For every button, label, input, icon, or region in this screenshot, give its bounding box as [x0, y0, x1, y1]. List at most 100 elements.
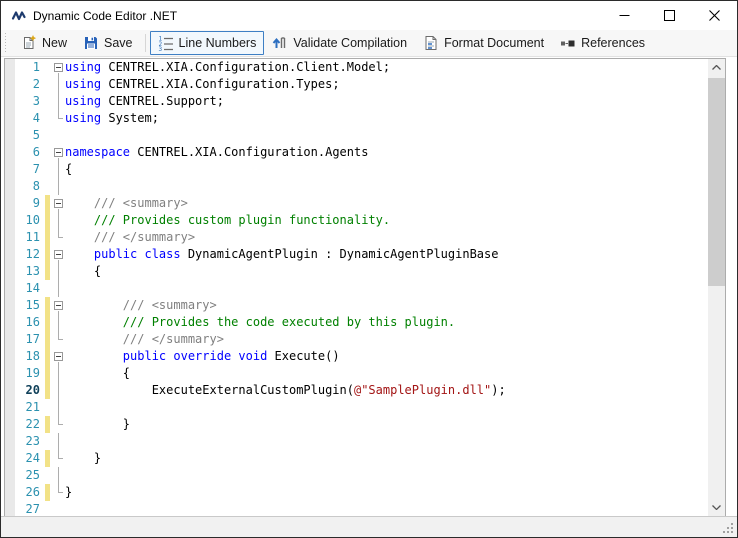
code-line[interactable]: 21	[5, 399, 708, 416]
resize-grip[interactable]	[721, 521, 734, 534]
code-text: using CENTREL.XIA.Configuration.Client.M…	[65, 59, 708, 76]
code-line[interactable]: 4using System;	[5, 110, 708, 127]
vertical-scrollbar[interactable]	[708, 59, 725, 516]
change-bar	[45, 399, 50, 416]
code-text	[65, 433, 708, 450]
format-document-icon	[423, 35, 439, 51]
new-button[interactable]: New	[13, 31, 75, 55]
change-bar	[45, 365, 50, 382]
references-icon	[560, 35, 576, 51]
code-line[interactable]: 5	[5, 127, 708, 144]
line-number: 5	[5, 127, 43, 144]
change-bar	[45, 110, 50, 127]
code-line[interactable]: 18 public override void Execute()	[5, 348, 708, 365]
code-line[interactable]: 20 ExecuteExternalCustomPlugin(@"SampleP…	[5, 382, 708, 399]
line-numbers-toggle[interactable]: 1 2 3 Line Numbers	[150, 31, 265, 55]
code-lines[interactable]: 1using CENTREL.XIA.Configuration.Client.…	[5, 59, 708, 516]
line-number: 6	[5, 144, 43, 161]
fold-guide	[52, 484, 65, 501]
change-bar	[45, 127, 50, 144]
fold-collapse-icon[interactable]	[52, 297, 65, 314]
close-button[interactable]	[692, 1, 737, 30]
minimize-button[interactable]	[602, 1, 647, 30]
save-icon	[83, 35, 99, 51]
fold-guide	[52, 501, 65, 517]
change-bar	[45, 229, 50, 246]
code-line[interactable]: 15 /// <summary>	[5, 297, 708, 314]
change-bar	[45, 93, 50, 110]
code-line[interactable]: 24 }	[5, 450, 708, 467]
change-bar	[45, 382, 50, 399]
maximize-button[interactable]	[647, 1, 692, 30]
code-line[interactable]: 16 /// Provides the code executed by thi…	[5, 314, 708, 331]
fold-collapse-icon[interactable]	[52, 195, 65, 212]
close-icon	[709, 10, 720, 21]
fold-collapse-icon[interactable]	[52, 59, 65, 76]
code-line[interactable]: 19 {	[5, 365, 708, 382]
fold-collapse-icon[interactable]	[52, 348, 65, 365]
save-button[interactable]: Save	[75, 31, 141, 55]
change-bar	[45, 161, 50, 178]
title-bar[interactable]: Dynamic Code Editor .NET	[1, 1, 737, 30]
fold-guide	[52, 127, 65, 144]
line-number: 9	[5, 195, 43, 212]
fold-collapse-icon[interactable]	[52, 246, 65, 263]
code-line[interactable]: 1using CENTREL.XIA.Configuration.Client.…	[5, 59, 708, 76]
vertical-scroll-thumb[interactable]	[708, 78, 725, 286]
new-document-icon	[21, 35, 37, 51]
format-document-button[interactable]: Format Document	[415, 31, 552, 55]
code-line[interactable]: 25	[5, 467, 708, 484]
code-text	[65, 280, 708, 297]
code-line[interactable]: 14	[5, 280, 708, 297]
code-text	[65, 127, 708, 144]
app-window: Dynamic Code Editor .NET New	[0, 0, 738, 538]
horizontal-scrollbar-area[interactable]	[1, 516, 737, 537]
references-button[interactable]: References	[552, 31, 653, 55]
code-text: {	[65, 365, 708, 382]
code-line[interactable]: 11 /// </summary>	[5, 229, 708, 246]
code-text: /// Provides the code executed by this p…	[65, 314, 708, 331]
svg-text:3: 3	[158, 46, 162, 51]
line-number: 23	[5, 433, 43, 450]
code-line[interactable]: 8	[5, 178, 708, 195]
fold-guide	[52, 382, 65, 399]
scroll-up-button[interactable]	[708, 59, 725, 76]
code-line[interactable]: 10 /// Provides custom plugin functional…	[5, 212, 708, 229]
code-text: }	[65, 416, 708, 433]
code-line[interactable]: 27	[5, 501, 708, 517]
line-number: 11	[5, 229, 43, 246]
change-bar	[45, 331, 50, 348]
line-number: 25	[5, 467, 43, 484]
code-line[interactable]: 13 {	[5, 263, 708, 280]
code-line[interactable]: 2using CENTREL.XIA.Configuration.Types;	[5, 76, 708, 93]
code-text: /// </summary>	[65, 331, 708, 348]
line-number: 18	[5, 348, 43, 365]
format-document-label: Format Document	[444, 36, 544, 50]
code-line[interactable]: 26}	[5, 484, 708, 501]
code-text	[65, 501, 708, 517]
code-line[interactable]: 22 }	[5, 416, 708, 433]
line-number: 21	[5, 399, 43, 416]
line-number: 8	[5, 178, 43, 195]
change-bar	[45, 178, 50, 195]
code-text: /// <summary>	[65, 195, 708, 212]
toolbar-gripper[interactable]	[4, 33, 8, 53]
new-button-label: New	[42, 36, 67, 50]
fold-guide	[52, 331, 65, 348]
scroll-down-button[interactable]	[708, 499, 725, 516]
code-line[interactable]: 6namespace CENTREL.XIA.Configuration.Age…	[5, 144, 708, 161]
change-bar	[45, 76, 50, 93]
fold-guide	[52, 229, 65, 246]
code-text: public override void Execute()	[65, 348, 708, 365]
code-line[interactable]: 3using CENTREL.Support;	[5, 93, 708, 110]
validate-compilation-button[interactable]: Validate Compilation	[264, 31, 415, 55]
code-line[interactable]: 23	[5, 433, 708, 450]
code-line[interactable]: 12 public class DynamicAgentPlugin : Dyn…	[5, 246, 708, 263]
fold-collapse-icon[interactable]	[52, 144, 65, 161]
references-label: References	[581, 36, 645, 50]
code-line[interactable]: 9 /// <summary>	[5, 195, 708, 212]
line-number: 20	[5, 382, 43, 399]
code-line[interactable]: 7{	[5, 161, 708, 178]
code-editor[interactable]: 1using CENTREL.XIA.Configuration.Client.…	[4, 58, 726, 517]
code-line[interactable]: 17 /// </summary>	[5, 331, 708, 348]
